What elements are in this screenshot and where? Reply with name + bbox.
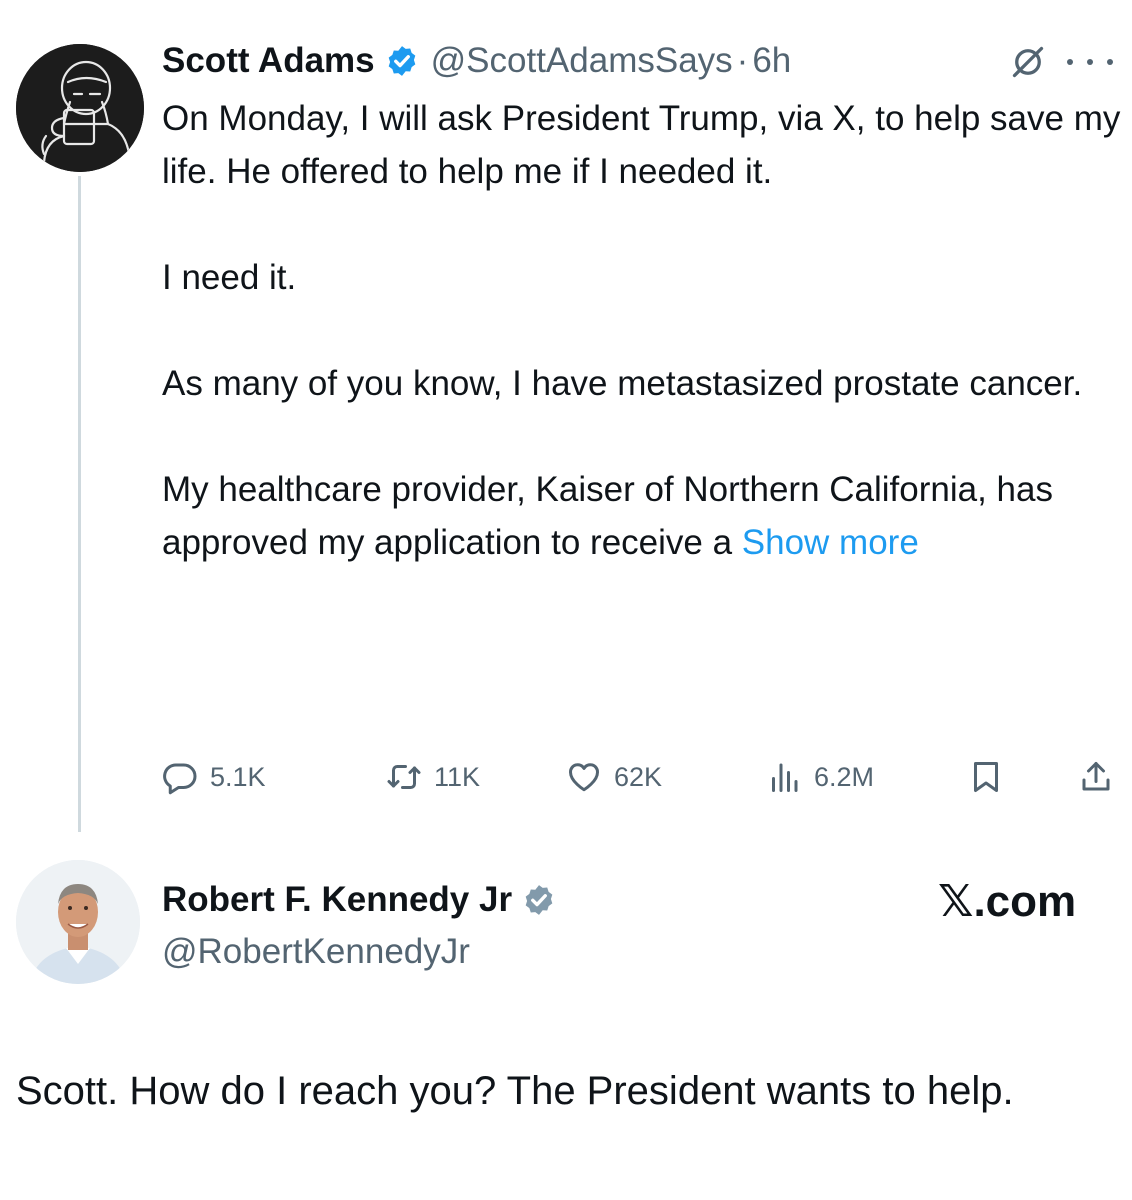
tweet-paragraph-text: My healthcare provider, Kaiser of Northe…	[162, 470, 1053, 562]
show-more-link[interactable]: Show more	[742, 523, 919, 562]
author-name[interactable]: Scott Adams	[162, 41, 375, 81]
reply-icon	[163, 763, 197, 795]
avatar-illustration	[16, 44, 144, 172]
like-button[interactable]: 62K	[566, 752, 662, 802]
robert-kennedy-avatar[interactable]	[16, 860, 140, 984]
tweet-paragraph: I need it.	[162, 258, 297, 297]
tweet-paragraph: As many of you know, I have metastasized…	[162, 364, 1083, 403]
verified-badge-icon	[525, 885, 553, 915]
avatar-photo	[16, 860, 140, 984]
tweet1-text: On Monday, I will ask President Trump, v…	[162, 92, 1122, 569]
share-icon	[1082, 762, 1110, 791]
retweet-count: 11K	[434, 761, 481, 792]
tweet2-header: Robert F. Kennedy Jr	[162, 880, 556, 920]
retweet-button[interactable]: 11K	[386, 752, 480, 802]
reply-count: 5.1K	[210, 761, 266, 792]
tweet-timestamp[interactable]: 6h	[752, 41, 791, 81]
grok-icon[interactable]	[1010, 44, 1046, 80]
tweet-action-bar: 5.1K 11K 62K 6.2M	[162, 752, 1122, 802]
author-handle[interactable]: @RobertKennedyJr	[162, 932, 470, 972]
author-handle[interactable]: @ScottAdamsSays	[431, 41, 733, 81]
thread-connector-line	[78, 176, 81, 832]
more-options-icon[interactable]	[1065, 44, 1115, 80]
retweet-icon	[387, 765, 421, 789]
tweet1-header: Scott Adams @ScottAdamsSays · 6h	[162, 38, 791, 84]
views-count: 6.2M	[814, 761, 875, 792]
xcom-watermark: 𝕏.com	[938, 877, 1077, 926]
separator-dot: ·	[736, 41, 749, 80]
author-name[interactable]: Robert F. Kennedy Jr	[162, 880, 512, 920]
reply-button[interactable]: 5.1K	[162, 752, 266, 802]
like-count: 62K	[614, 761, 663, 792]
reply-tweet-text: Scott. How do I reach you? The President…	[16, 1069, 1014, 1113]
views-icon	[772, 763, 798, 792]
views-button[interactable]: 6.2M	[766, 752, 874, 802]
bookmark-icon	[974, 762, 998, 792]
tweet-paragraph-last: My healthcare provider, Kaiser of Northe…	[162, 463, 1122, 569]
like-icon	[569, 763, 599, 792]
verified-badge-icon	[388, 46, 415, 76]
tweet-paragraph: On Monday, I will ask President Trump, v…	[162, 99, 1121, 191]
share-button[interactable]	[1078, 752, 1114, 802]
bookmark-button[interactable]	[968, 752, 1004, 802]
scott-adams-avatar[interactable]	[16, 44, 144, 172]
